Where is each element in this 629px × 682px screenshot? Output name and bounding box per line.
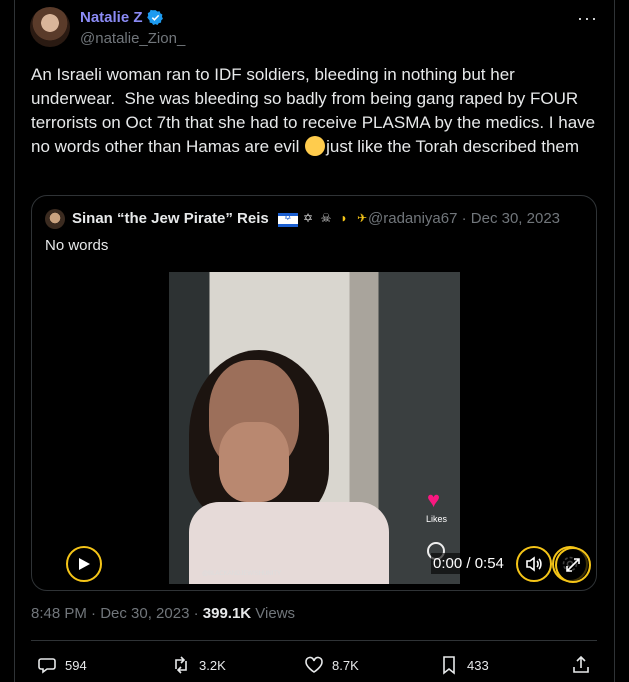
author-name[interactable]: Natalie Z <box>80 9 143 26</box>
author-name-row[interactable]: Natalie Z <box>80 9 164 26</box>
play-icon <box>79 558 90 570</box>
volume-icon <box>526 556 542 572</box>
video-time: 0:00 / 0:54 <box>431 553 506 574</box>
fullscreen-button[interactable] <box>555 547 591 583</box>
share-button[interactable] <box>571 655 591 675</box>
reply-count: 594 <box>65 657 87 673</box>
views-count: 399.1K <box>202 605 252 622</box>
bookmark-button[interactable]: 433 <box>439 655 489 675</box>
author-handle[interactable]: @natalie_Zion_ <box>80 30 185 47</box>
quoted-author-avatar <box>45 209 65 229</box>
repost-icon <box>175 656 187 674</box>
star-of-david-icon: ✡ <box>302 211 314 225</box>
share-icon <box>573 655 589 673</box>
author-avatar[interactable] <box>30 7 70 47</box>
banana-icon: ◗ <box>340 211 348 225</box>
quoted-author-name: Sinan “the Jew Pirate” Reis <box>72 210 269 227</box>
israel-flag-icon <box>278 212 298 227</box>
video-frame: @BLACKANDJEWISHUNITY ♥ Likes <box>169 272 460 584</box>
more-icon[interactable]: ··· <box>577 8 598 29</box>
reply-icon <box>38 658 56 674</box>
tweet-meta: 8:48 PM · Dec 30, 2023 · 399.1K Views <box>31 605 295 622</box>
quoted-handle-date: @radaniya67 · Dec 30, 2023 <box>368 210 561 227</box>
expand-icon <box>566 558 580 572</box>
divider <box>31 640 597 641</box>
like-count: 8.7K <box>332 657 359 673</box>
verified-badge-icon <box>146 9 163 26</box>
play-button[interactable] <box>66 546 102 582</box>
quoted-name-emojis: ✡ ☠ ◗ ✈ <box>278 210 370 227</box>
repost-count: 3.2K <box>199 657 226 673</box>
video-likes-label: Likes <box>426 514 448 524</box>
heart-icon: ♥ <box>427 487 441 512</box>
skull-crossbones-icon: ☠ <box>320 211 332 225</box>
bookmark-icon <box>443 656 455 675</box>
video-person-hand <box>219 422 289 502</box>
reply-button[interactable]: 594 <box>37 655 87 675</box>
views-label: Views <box>251 605 296 622</box>
video-watermark: @BLACKANDJEWISHUNITY <box>202 571 282 577</box>
like-icon <box>305 656 323 673</box>
like-button[interactable]: 8.7K <box>304 655 359 675</box>
tweet-text-part2: just like the Torah described them <box>326 137 580 156</box>
video-player[interactable]: @BLACKANDJEWISHUNITY ♥ Likes 0:00 / 0:54 <box>35 270 593 584</box>
bookmark-count: 433 <box>467 657 489 673</box>
volume-button[interactable] <box>516 546 552 582</box>
tweet-timestamp[interactable]: 8:48 PM · Dec 30, 2023 · <box>31 605 203 622</box>
quoted-tweet[interactable]: Sinan “the Jew Pirate” Reis ✡ ☠ ◗ ✈ @rad… <box>31 195 597 591</box>
pensive-face-emoji-icon <box>305 136 326 156</box>
repost-button[interactable]: 3.2K <box>171 655 226 675</box>
quoted-text: No words <box>45 237 109 254</box>
tweet-text: An Israeli woman ran to IDF soldiers, bl… <box>31 63 597 159</box>
